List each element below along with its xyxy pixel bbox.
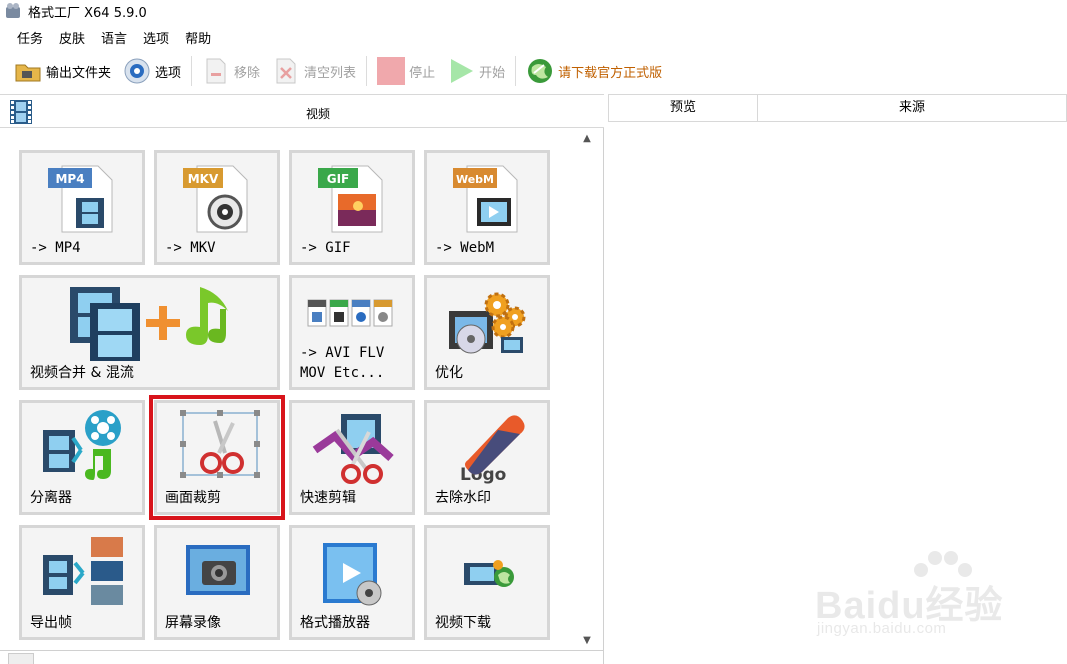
scroll-down-arrow-icon[interactable]: ▼: [580, 634, 594, 648]
tile-remove-watermark[interactable]: Logo 去除水印: [424, 400, 550, 515]
tile-quick-cut[interactable]: 快速剪辑: [289, 400, 415, 515]
menu-help[interactable]: 帮助: [177, 28, 219, 47]
baidu-watermark: Baidu经验 jingyan.baidu.com: [815, 548, 1025, 648]
eraser-icon: Logo: [427, 409, 547, 487]
tile-to-gif[interactable]: GIF -> GIF: [289, 150, 415, 265]
tile-screen-record[interactable]: 屏幕录像: [154, 525, 280, 640]
next-category-icon[interactable]: [8, 653, 34, 664]
function-panel: 视频 ▲ ▼ MP4 -> MP4 MKV -> MKV GIF -> GIF …: [0, 94, 604, 664]
player-icon: [292, 534, 412, 612]
tile-video-merge-mux[interactable]: 视频合并 & 混流: [19, 275, 280, 390]
options-label: 选项: [155, 65, 182, 81]
mp4-badge-text: MP4: [55, 172, 84, 186]
tile-label: -> MKV: [165, 240, 216, 256]
optimize-gears-icon: [427, 284, 547, 362]
tile-to-mp4[interactable]: MP4 -> MP4: [19, 150, 145, 265]
gear-icon: [123, 57, 151, 85]
splitter-icon: [22, 409, 142, 487]
globe-icon: [526, 57, 554, 85]
start-button[interactable]: 开始: [441, 54, 511, 88]
start-label: 开始: [479, 65, 506, 81]
bottom-category-strip: [0, 650, 604, 664]
download-official-link[interactable]: 请下载官方正式版: [520, 54, 668, 88]
tile-label: 导出帧: [30, 615, 72, 631]
tile-export-frames[interactable]: 导出帧: [19, 525, 145, 640]
webm-badge-text: WebM: [456, 173, 494, 186]
tile-label: 屏幕录像: [165, 615, 221, 631]
mp4-file-icon: MP4: [22, 159, 142, 237]
toolbar-separator: [191, 56, 193, 86]
output-folder-label: 输出文件夹: [46, 65, 112, 81]
tile-label: 格式播放器: [300, 615, 370, 631]
app-icon: [6, 3, 20, 18]
column-source[interactable]: 来源: [757, 94, 1067, 122]
options-button[interactable]: 选项: [117, 54, 187, 88]
download-official-label: 请下载官方正式版: [558, 65, 663, 81]
watermark-sub: jingyan.baidu.com: [817, 620, 947, 637]
title-bar: 格式工厂 X64 5.9.0: [0, 0, 1067, 22]
clear-list-icon: [272, 57, 300, 85]
menu-skin[interactable]: 皮肤: [51, 28, 93, 47]
mkv-file-icon: MKV: [157, 159, 277, 237]
tile-label: 去除水印: [435, 490, 491, 506]
tile-format-player[interactable]: 格式播放器: [289, 525, 415, 640]
tile-label: 视频合并 & 混流: [30, 365, 134, 381]
tile-splitter[interactable]: 分离器: [19, 400, 145, 515]
toolbar-separator: [366, 56, 368, 86]
gif-file-icon: GIF: [292, 159, 412, 237]
scroll-up-arrow-icon[interactable]: ▲: [580, 132, 594, 146]
window-title: 格式工厂 X64 5.9.0: [28, 5, 147, 21]
merge-mux-icon: [22, 284, 277, 362]
screen-record-icon: [157, 534, 277, 612]
tile-label: -> GIF: [300, 240, 351, 256]
tile-crop[interactable]: 画面裁剪: [149, 395, 285, 520]
folder-icon: [14, 57, 42, 85]
menu-options[interactable]: 选项: [135, 28, 177, 47]
tile-label: 画面裁剪: [165, 490, 221, 506]
clear-list-button[interactable]: 清空列表: [266, 54, 362, 88]
multi-format-icon: [292, 294, 412, 334]
category-title: 视频: [305, 107, 330, 121]
quick-cut-icon: [292, 409, 412, 487]
remove-label: 移除: [234, 65, 261, 81]
tile-label: -> MP4: [30, 240, 81, 256]
tile-to-avi-flv-mov[interactable]: -> AVI FLV MOV Etc...: [289, 275, 415, 390]
stop-icon: [377, 57, 406, 85]
tile-label: 分离器: [30, 490, 72, 506]
tile-label: 快速剪辑: [300, 490, 356, 506]
remove-icon: [202, 57, 230, 85]
menu-bar: 任务 皮肤 语言 选项 帮助: [0, 26, 219, 48]
tile-to-webm[interactable]: WebM -> WebM: [424, 150, 550, 265]
column-preview[interactable]: 预览: [608, 94, 758, 122]
play-icon: [447, 57, 475, 85]
tile-video-download[interactable]: 视频下载: [424, 525, 550, 640]
video-download-icon: [427, 534, 547, 612]
tile-label: 优化: [435, 365, 463, 381]
toolbar: 输出文件夹 选项 移除 清空列表 停止 开始 请下载官方正式版: [0, 52, 1067, 90]
export-frames-icon: [22, 534, 142, 612]
webm-file-icon: WebM: [427, 159, 547, 237]
gif-badge-text: GIF: [327, 172, 350, 186]
tile-label: -> WebM: [435, 240, 495, 256]
stop-button[interactable]: 停止: [371, 54, 441, 88]
tile-label: 视频下载: [435, 615, 491, 631]
crop-scissors-icon: [157, 409, 277, 487]
scrollbar[interactable]: ▲ ▼: [575, 130, 599, 650]
stop-label: 停止: [409, 65, 436, 81]
menu-language[interactable]: 语言: [93, 28, 135, 47]
toolbar-separator: [515, 56, 517, 86]
category-header-video[interactable]: 视频: [0, 94, 604, 128]
menu-task[interactable]: 任务: [0, 28, 51, 47]
mkv-badge-text: MKV: [188, 172, 219, 186]
output-folder-button[interactable]: 输出文件夹: [8, 54, 117, 88]
clear-list-label: 清空列表: [304, 65, 357, 81]
tile-label: -> AVI FLV MOV Etc...: [300, 345, 385, 381]
remove-button[interactable]: 移除: [196, 54, 266, 88]
tile-optimize[interactable]: 优化: [424, 275, 550, 390]
tile-to-mkv[interactable]: MKV -> MKV: [154, 150, 280, 265]
